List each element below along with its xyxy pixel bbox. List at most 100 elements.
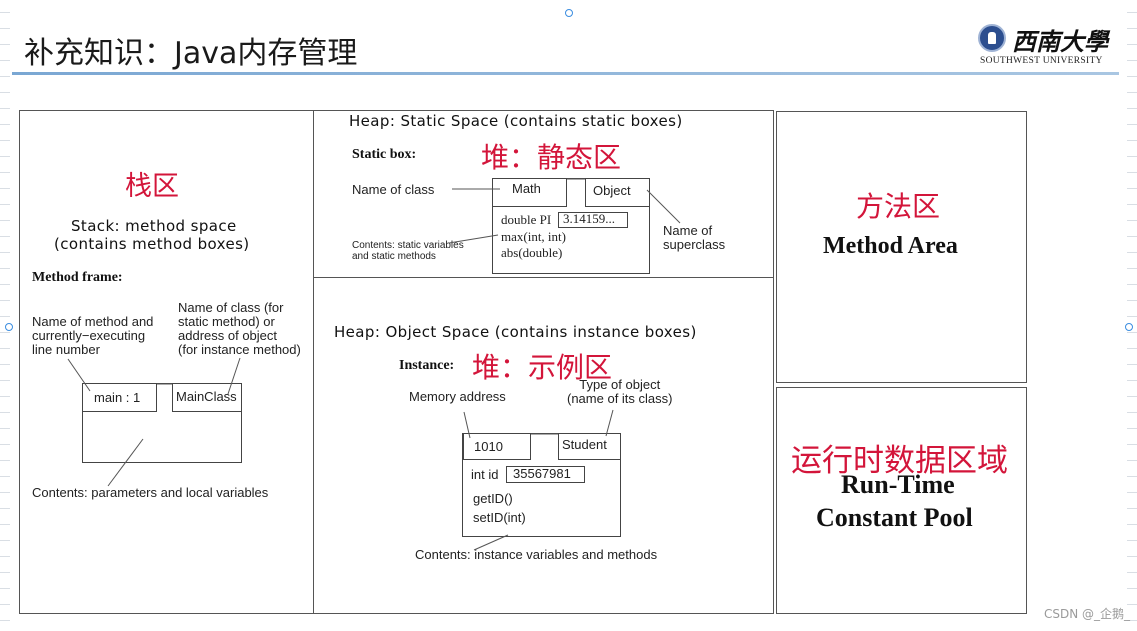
ruler-tick: [1127, 44, 1137, 45]
ruler-tick: [1127, 188, 1137, 189]
ruler-tick: [0, 444, 10, 445]
ruler-tick: [0, 124, 10, 125]
right-ruler: [1127, 0, 1137, 631]
static-method: abs(double): [501, 245, 563, 260]
ruler-tick: [1127, 108, 1137, 109]
ruler-tick: [1127, 204, 1137, 205]
ruler-tick: [1127, 396, 1137, 397]
ruler-tick: [0, 412, 10, 413]
ruler-tick: [0, 284, 10, 285]
ruler-tick: [1127, 140, 1137, 141]
ruler-tick: [1127, 332, 1137, 333]
ruler-tick: [1127, 300, 1137, 301]
ruler-tick: [0, 540, 10, 541]
watermark: CSDN @_企鹅_: [1043, 607, 1130, 621]
static-field-label: double PI: [501, 212, 552, 227]
instance-address: 1010: [474, 439, 503, 454]
ruler-tick: [0, 348, 10, 349]
ruler-tick: [1127, 316, 1137, 317]
ruler-tick: [1127, 76, 1137, 77]
instance-type: Student: [562, 437, 607, 452]
selection-handle-right[interactable]: [1125, 323, 1133, 331]
ruler-tick: [0, 108, 10, 109]
ruler-tick: [0, 76, 10, 77]
ruler-tick: [0, 236, 10, 237]
ruler-tick: [1127, 284, 1137, 285]
selection-handle-top[interactable]: [565, 9, 573, 17]
ruler-tick: [0, 604, 10, 605]
ruler-tick: [1127, 556, 1137, 557]
ruler-tick: [0, 204, 10, 205]
method-area-label-cn: 方法区: [856, 190, 941, 223]
constant-pool-panel: [776, 387, 1027, 614]
ruler-tick: [1127, 156, 1137, 157]
ruler-tick: [1127, 428, 1137, 429]
ruler-tick: [1127, 380, 1137, 381]
instance-label: Instance:: [399, 358, 455, 373]
object-heading: Heap: Object Space (contains instance bo…: [334, 323, 697, 341]
stack-heading-line1: Stack: method space: [71, 217, 237, 235]
ruler-tick: [0, 316, 10, 317]
frame-name: main : 1: [94, 390, 141, 405]
ruler-tick: [0, 380, 10, 381]
static-field-value: 3.14159...: [563, 211, 615, 226]
ruler-tick: [0, 60, 10, 61]
ruler-tick: [1127, 60, 1137, 61]
ruler-tick: [1127, 348, 1137, 349]
stack-heading-line2: (contains method boxes): [54, 235, 250, 253]
annot-memory-address: Memory address: [409, 389, 506, 404]
ruler-tick: [1127, 172, 1137, 173]
ruler-tick: [1127, 412, 1137, 413]
slide-title: 补充知识：Java内存管理: [24, 36, 358, 71]
annot-superclass: Name of superclass: [663, 223, 726, 252]
ruler-tick: [1127, 28, 1137, 29]
ruler-tick: [0, 332, 10, 333]
ruler-tick: [0, 460, 10, 461]
ruler-tick: [1127, 12, 1137, 13]
ruler-tick: [0, 428, 10, 429]
static-box-label: Static box:: [352, 147, 417, 162]
annot-static-class: Name of class: [352, 182, 435, 197]
ruler-tick: [0, 620, 10, 621]
ruler-tick: [0, 572, 10, 573]
annot-static-contents: Contents: static variables and static me…: [352, 240, 464, 262]
static-heading: Heap: Static Space (contains static boxe…: [349, 112, 683, 130]
annot-instance-contents: Contents: instance variables and methods: [415, 547, 658, 562]
ruler-tick: [0, 508, 10, 509]
method-frame-label: Method frame:: [32, 270, 123, 285]
constant-pool-label-en-1: Run-Time: [841, 470, 955, 499]
ruler-tick: [1127, 524, 1137, 525]
ruler-tick: [0, 588, 10, 589]
ruler-tick: [0, 300, 10, 301]
ruler-tick: [1127, 508, 1137, 509]
ruler-tick: [0, 476, 10, 477]
ruler-tick: [0, 556, 10, 557]
ruler-tick: [1127, 220, 1137, 221]
ruler-tick: [1127, 92, 1137, 93]
ruler-tick: [1127, 588, 1137, 589]
constant-pool-label-en-2: Constant Pool: [816, 503, 973, 532]
logo-name-en: SOUTHWEST UNIVERSITY: [980, 56, 1103, 66]
ruler-tick: [0, 252, 10, 253]
ruler-tick: [1127, 124, 1137, 125]
ruler-tick: [1127, 476, 1137, 477]
ruler-tick: [0, 364, 10, 365]
ruler-tick: [0, 188, 10, 189]
ruler-tick: [1127, 444, 1137, 445]
left-ruler: [0, 0, 10, 631]
ruler-tick: [1127, 540, 1137, 541]
ruler-tick: [1127, 268, 1137, 269]
annot-class-name: Name of class (for static method) or add…: [178, 300, 301, 357]
ruler-tick: [0, 92, 10, 93]
selection-handle-left[interactable]: [5, 323, 13, 331]
static-class-name: Math: [512, 181, 541, 196]
instance-field-label: int id: [471, 467, 499, 482]
instance-field-value: 35567981: [513, 466, 571, 481]
ruler-tick: [0, 220, 10, 221]
ruler-tick: [1127, 236, 1137, 237]
university-emblem-icon: [978, 24, 1006, 52]
static-label-cn: 堆：静态区: [481, 141, 622, 174]
ruler-tick: [1127, 492, 1137, 493]
ruler-tick: [0, 140, 10, 141]
annot-frame-contents: Contents: parameters and local variables: [32, 485, 269, 500]
